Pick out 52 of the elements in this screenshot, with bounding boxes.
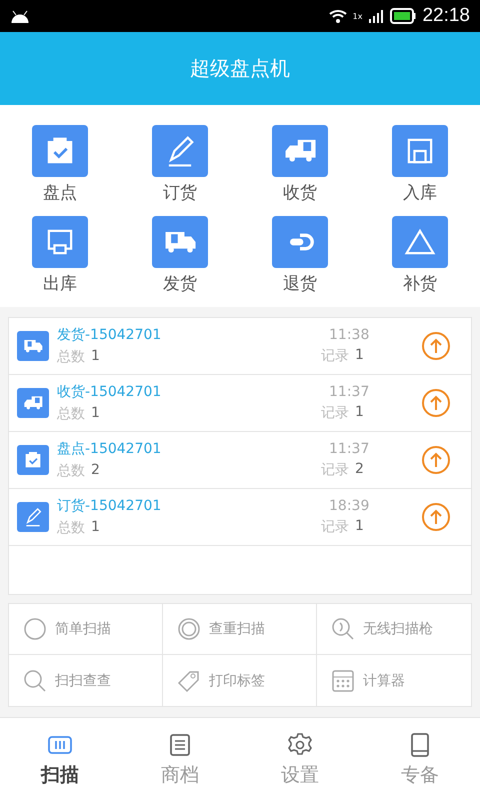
record-total: 总数 1 — [57, 348, 101, 366]
upload-button[interactable] — [421, 331, 451, 361]
record-type-icon — [17, 388, 49, 418]
record-time: 11:37 — [328, 384, 370, 400]
app-title: 超级盘点机 — [190, 55, 290, 82]
record-count: 记录 1 — [321, 347, 364, 365]
double-circle-icon — [177, 617, 201, 641]
search-icon — [23, 668, 47, 692]
settings-icon — [287, 732, 313, 758]
module-button[interactable]: 订货 — [120, 125, 240, 204]
record-count: 记录 1 — [321, 518, 364, 536]
module-button[interactable]: 出库 — [0, 216, 120, 295]
upload-button[interactable] — [421, 445, 451, 475]
upload-button[interactable] — [421, 388, 451, 418]
record-type-icon — [17, 445, 49, 475]
tab[interactable]: 扫描 — [0, 718, 120, 800]
record-total: 总数 1 — [57, 405, 101, 423]
android-icon — [10, 9, 30, 23]
search-icon — [331, 617, 355, 641]
record-row[interactable]: 盘点-15042701 总数 2 11:37 记录 2 — [9, 432, 471, 489]
record-type-icon — [17, 331, 49, 361]
record-title: 订货-15042701 — [57, 497, 162, 515]
record-total: 总数 2 — [57, 462, 101, 480]
module-button[interactable]: 入库 — [360, 125, 480, 204]
calculator-icon — [331, 668, 355, 692]
record-row[interactable]: 收货-15042701 总数 1 11:37 记录 1 — [9, 375, 471, 432]
circle-icon — [23, 617, 47, 641]
signal-icon — [368, 9, 384, 23]
module-button[interactable]: 盘点 — [0, 125, 120, 204]
module-button[interactable]: 收货 — [240, 125, 360, 204]
battery-icon — [390, 8, 416, 24]
record-row[interactable]: 发货-15042701 总数 1 11:38 记录 1 — [9, 318, 471, 375]
wifi-icon — [328, 9, 347, 23]
record-count: 记录 1 — [321, 404, 364, 422]
record-time: 11:37 — [328, 441, 370, 457]
module-button[interactable]: 补货 — [360, 216, 480, 295]
document-icon — [167, 732, 193, 758]
record-total: 总数 1 — [57, 519, 101, 537]
upload-button[interactable] — [421, 502, 451, 532]
record-title: 发货-15042701 — [57, 326, 162, 344]
record-title: 收货-15042701 — [57, 383, 162, 401]
record-title: 盘点-15042701 — [57, 440, 162, 458]
module-button[interactable]: 退货 — [240, 216, 360, 295]
record-time: 18:39 — [328, 498, 370, 514]
tag-icon — [177, 668, 201, 692]
record-count: 记录 2 — [321, 461, 364, 479]
record-row[interactable]: 订货-15042701 总数 1 18:39 记录 1 — [9, 489, 471, 546]
record-time: 11:38 — [328, 327, 370, 343]
record-type-icon — [17, 502, 49, 532]
clock: 22:18 — [422, 5, 470, 27]
module-button[interactable]: 发货 — [120, 216, 240, 295]
network-type: 1x — [352, 12, 362, 20]
